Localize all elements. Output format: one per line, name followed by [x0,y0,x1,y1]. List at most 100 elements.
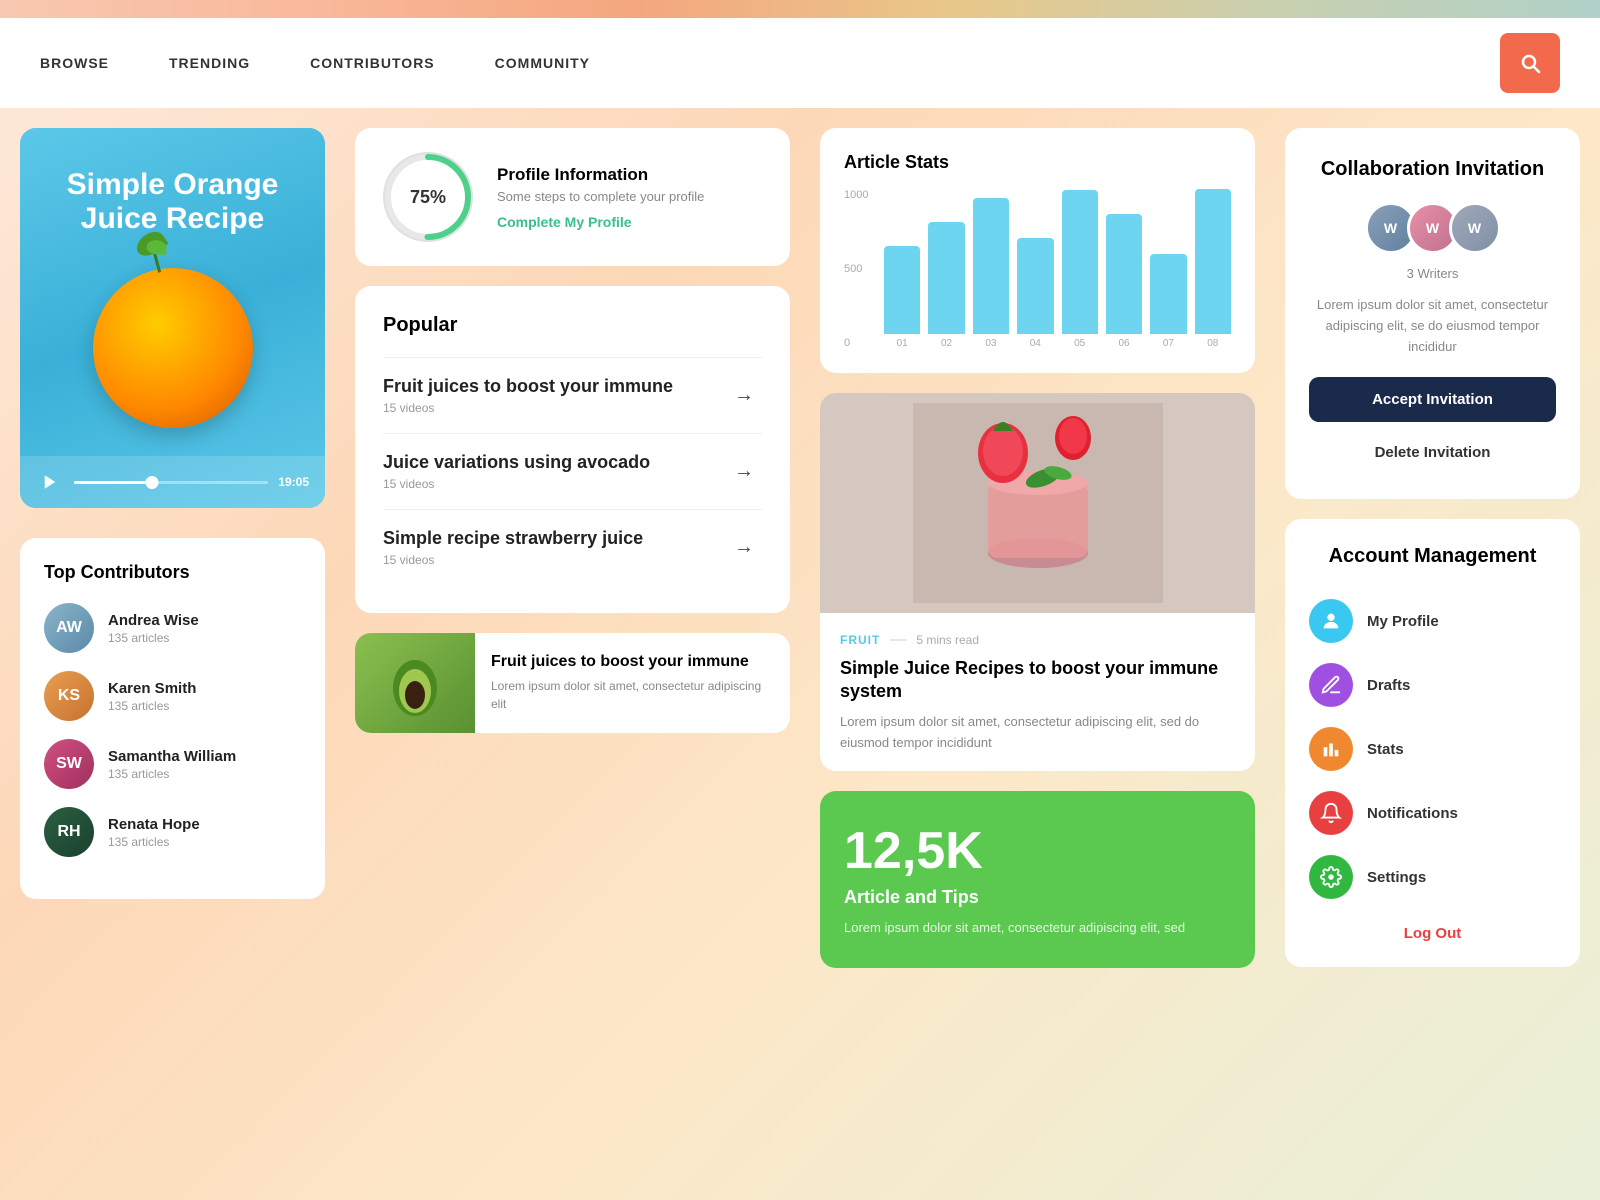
contributor-avatar-1: AW [44,603,94,653]
account-item-settings[interactable]: Settings [1309,845,1556,909]
featured-info: Fruit juices to boost your immune Lorem … [491,637,790,729]
popular-item-3-count: 15 videos [383,553,643,567]
bar-4: 04 [1017,189,1053,349]
notifications-label: Notifications [1367,805,1458,822]
y-label-0: 0 [844,337,868,349]
green-stat-card: 12,5K Article and Tips Lorem ipsum dolor… [820,791,1255,968]
chart-icon [1320,738,1342,760]
popular-item-2[interactable]: Juice variations using avocado 15 videos… [383,433,762,509]
green-stat-number: 12,5K [844,821,1231,881]
bar-fill-6 [1106,214,1142,334]
article-tag: FRUIT [840,633,880,647]
progress-bar[interactable] [74,481,268,484]
right-mid-column: Article Stats 1000 500 0 01 02 [805,128,1270,1180]
notifications-icon-bg [1309,791,1353,835]
contributor-3[interactable]: SW Samantha William 135 articles [44,739,301,789]
contributor-avatar-3: SW [44,739,94,789]
nav-trending[interactable]: TRENDING [169,55,250,71]
video-title: Simple Orange Juice Recipe [20,148,325,246]
bar-fill-3 [973,198,1009,334]
featured-desc: Lorem ipsum dolor sit amet, consectetur … [491,677,774,713]
stats-label: Stats [1367,741,1404,758]
accept-invitation-button[interactable]: Accept Invitation [1309,377,1556,422]
right-column: Collaboration Invitation W W W 3 Writers… [1270,128,1580,1180]
logout-text[interactable]: Log Out [1404,925,1461,942]
bar-7: 07 [1150,189,1186,349]
featured-title: Fruit juices to boost your immune [491,653,774,671]
popular-item-3[interactable]: Simple recipe strawberry juice 15 videos… [383,509,762,585]
account-item-notifications[interactable]: Notifications [1309,781,1556,845]
account-title: Account Management [1309,543,1556,569]
play-icon [41,473,59,491]
bar-fill-2 [928,222,964,334]
bar-5: 05 [1062,189,1098,349]
contributor-info-1: Andrea Wise 135 articles [108,612,199,645]
strawberry-scene [820,393,1255,613]
stats-icon-bg [1309,727,1353,771]
gear-icon [1320,866,1342,888]
article-image-card: FRUIT — 5 mins read Simple Juice Recipes… [820,393,1255,771]
bar-label-5: 05 [1074,338,1085,349]
search-icon [1518,51,1542,75]
popular-title: Popular [383,314,762,337]
popular-item-1[interactable]: Fruit juices to boost your immune 15 vid… [383,357,762,433]
profile-complete-link[interactable]: Complete My Profile [497,214,704,230]
popular-item-2-info: Juice variations using avocado 15 videos [383,452,650,491]
contributor-1[interactable]: AW Andrea Wise 135 articles [44,603,301,653]
contributor-name-4: Renata Hope [108,816,200,833]
contributor-info-2: Karen Smith 135 articles [108,680,196,713]
main-layout: Simple Orange Juice Recipe 19:05 Top Con… [0,108,1600,1200]
bar-fill-8 [1195,189,1231,334]
account-item-drafts[interactable]: Drafts [1309,653,1556,717]
bar-fill-1 [884,246,920,334]
writers-count: 3 Writers [1309,266,1556,281]
bar-fill-4 [1017,238,1053,334]
green-stat-desc: Lorem ipsum dolor sit amet, consectetur … [844,918,1231,938]
popular-item-2-arrow[interactable]: → [726,454,762,490]
contributor-name-1: Andrea Wise [108,612,199,629]
article-image-desc: Lorem ipsum dolor sit amet, consectetur … [840,712,1235,754]
contributor-avatar-2: KS [44,671,94,721]
progress-fill [74,481,152,484]
logout-row[interactable]: Log Out [1309,925,1556,943]
contributor-2[interactable]: KS Karen Smith 135 articles [44,671,301,721]
y-label-1000: 1000 [844,189,868,201]
account-item-profile[interactable]: My Profile [1309,589,1556,653]
bar-label-4: 04 [1030,338,1041,349]
contributor-name-3: Samantha William [108,748,236,765]
popular-item-3-arrow[interactable]: → [726,530,762,566]
writer-avatar-3: W [1449,202,1501,254]
delete-invitation-button[interactable]: Delete Invitation [1309,434,1556,471]
green-stat-label: Article and Tips [844,887,1231,908]
drafts-icon-bg [1309,663,1353,707]
collaboration-card: Collaboration Invitation W W W 3 Writers… [1285,128,1580,499]
profile-info-title: Profile Information [497,165,704,185]
contributor-4[interactable]: RH Renata Hope 135 articles [44,807,301,857]
search-button[interactable] [1500,33,1560,93]
bar-1: 01 [884,189,920,349]
top-gradient-bar [0,0,1600,18]
popular-item-1-arrow[interactable]: → [726,378,762,414]
my-profile-label: My Profile [1367,613,1439,630]
navigation: BROWSE TRENDING CONTRIBUTORS COMMUNITY [0,18,1600,108]
middle-column: 75% Profile Information Some steps to co… [340,128,805,1180]
contributor-articles-4: 135 articles [108,835,200,849]
chart-bars: 01 02 03 04 [884,189,1231,349]
contributor-articles-2: 135 articles [108,699,196,713]
profile-info-subtitle: Some steps to complete your profile [497,189,704,204]
nav-contributors[interactable]: CONTRIBUTORS [310,55,435,71]
orange-image [93,268,253,428]
play-button[interactable] [36,468,64,496]
account-item-stats[interactable]: Stats [1309,717,1556,781]
nav-community[interactable]: COMMUNITY [495,55,590,71]
person-icon [1320,610,1342,632]
bar-label-2: 02 [941,338,952,349]
contributor-articles-3: 135 articles [108,767,236,781]
collaboration-desc: Lorem ipsum dolor sit amet, consectetur … [1309,295,1556,357]
contributor-info-4: Renata Hope 135 articles [108,816,200,849]
avocado-icon [375,643,455,723]
nav-browse[interactable]: BROWSE [40,55,109,71]
popular-item-3-title: Simple recipe strawberry juice [383,528,643,549]
stats-title: Article Stats [844,152,1231,173]
article-image-area [820,393,1255,613]
